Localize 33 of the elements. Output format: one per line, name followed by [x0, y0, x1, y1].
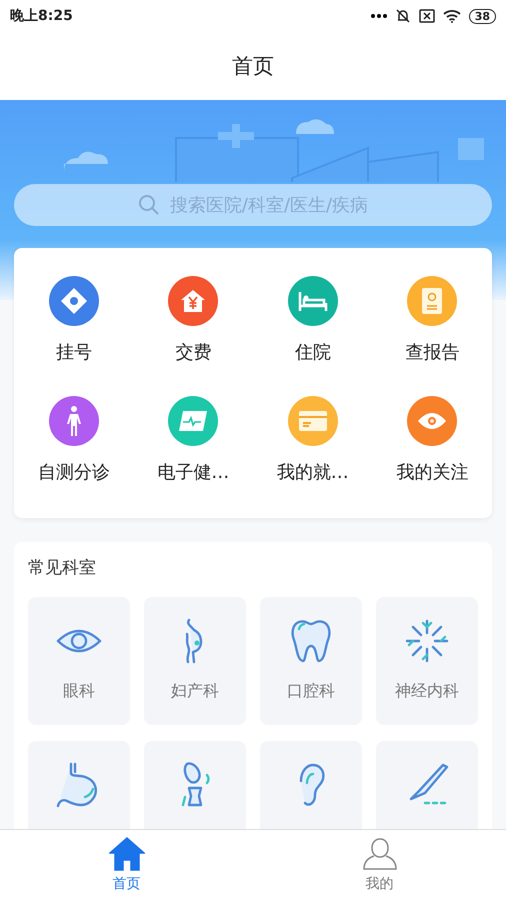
- wifi-icon: [442, 9, 461, 23]
- department-tile[interactable]: 神经内科: [376, 597, 478, 725]
- sim-x-icon: [418, 9, 435, 23]
- tab-bar-item[interactable]: 首页: [0, 830, 253, 900]
- status-time: 晚上8:25: [10, 7, 73, 25]
- department-tile[interactable]: 眼科: [28, 597, 130, 725]
- department-tile[interactable]: 口腔科: [260, 597, 362, 725]
- service-label[interactable]: 查报告: [405, 340, 460, 364]
- section-title: 常见科室: [28, 557, 97, 579]
- home-icon: [108, 837, 144, 871]
- service-label[interactable]: 交费: [175, 340, 212, 364]
- service-label[interactable]: 电子健…: [157, 460, 230, 484]
- bed-icon: [298, 289, 328, 313]
- tab-bar-item[interactable]: 我的: [253, 830, 506, 900]
- service-label[interactable]: 我的就…: [276, 460, 349, 484]
- card-icon: [298, 409, 328, 433]
- heartbeat-monitor-icon: [178, 409, 208, 433]
- diamond-icon: [60, 287, 88, 315]
- service-label[interactable]: 我的关注: [396, 460, 468, 484]
- more-dots-icon: [370, 14, 387, 18]
- user-icon: [362, 837, 398, 871]
- service-label[interactable]: 自测分诊: [38, 460, 110, 484]
- neuron-icon: [403, 617, 451, 665]
- mute-bell-icon: [394, 8, 411, 24]
- search-icon: [138, 194, 160, 216]
- battery-level: 38: [468, 8, 496, 24]
- service-label[interactable]: 住院: [294, 340, 331, 364]
- document-search-icon: [421, 287, 444, 315]
- department-tile[interactable]: 妇产科: [144, 597, 246, 725]
- house-yen-icon: [180, 288, 206, 314]
- eye-icon: [417, 411, 448, 431]
- page-title: 首页: [232, 53, 274, 80]
- service-label[interactable]: 挂号: [56, 340, 92, 364]
